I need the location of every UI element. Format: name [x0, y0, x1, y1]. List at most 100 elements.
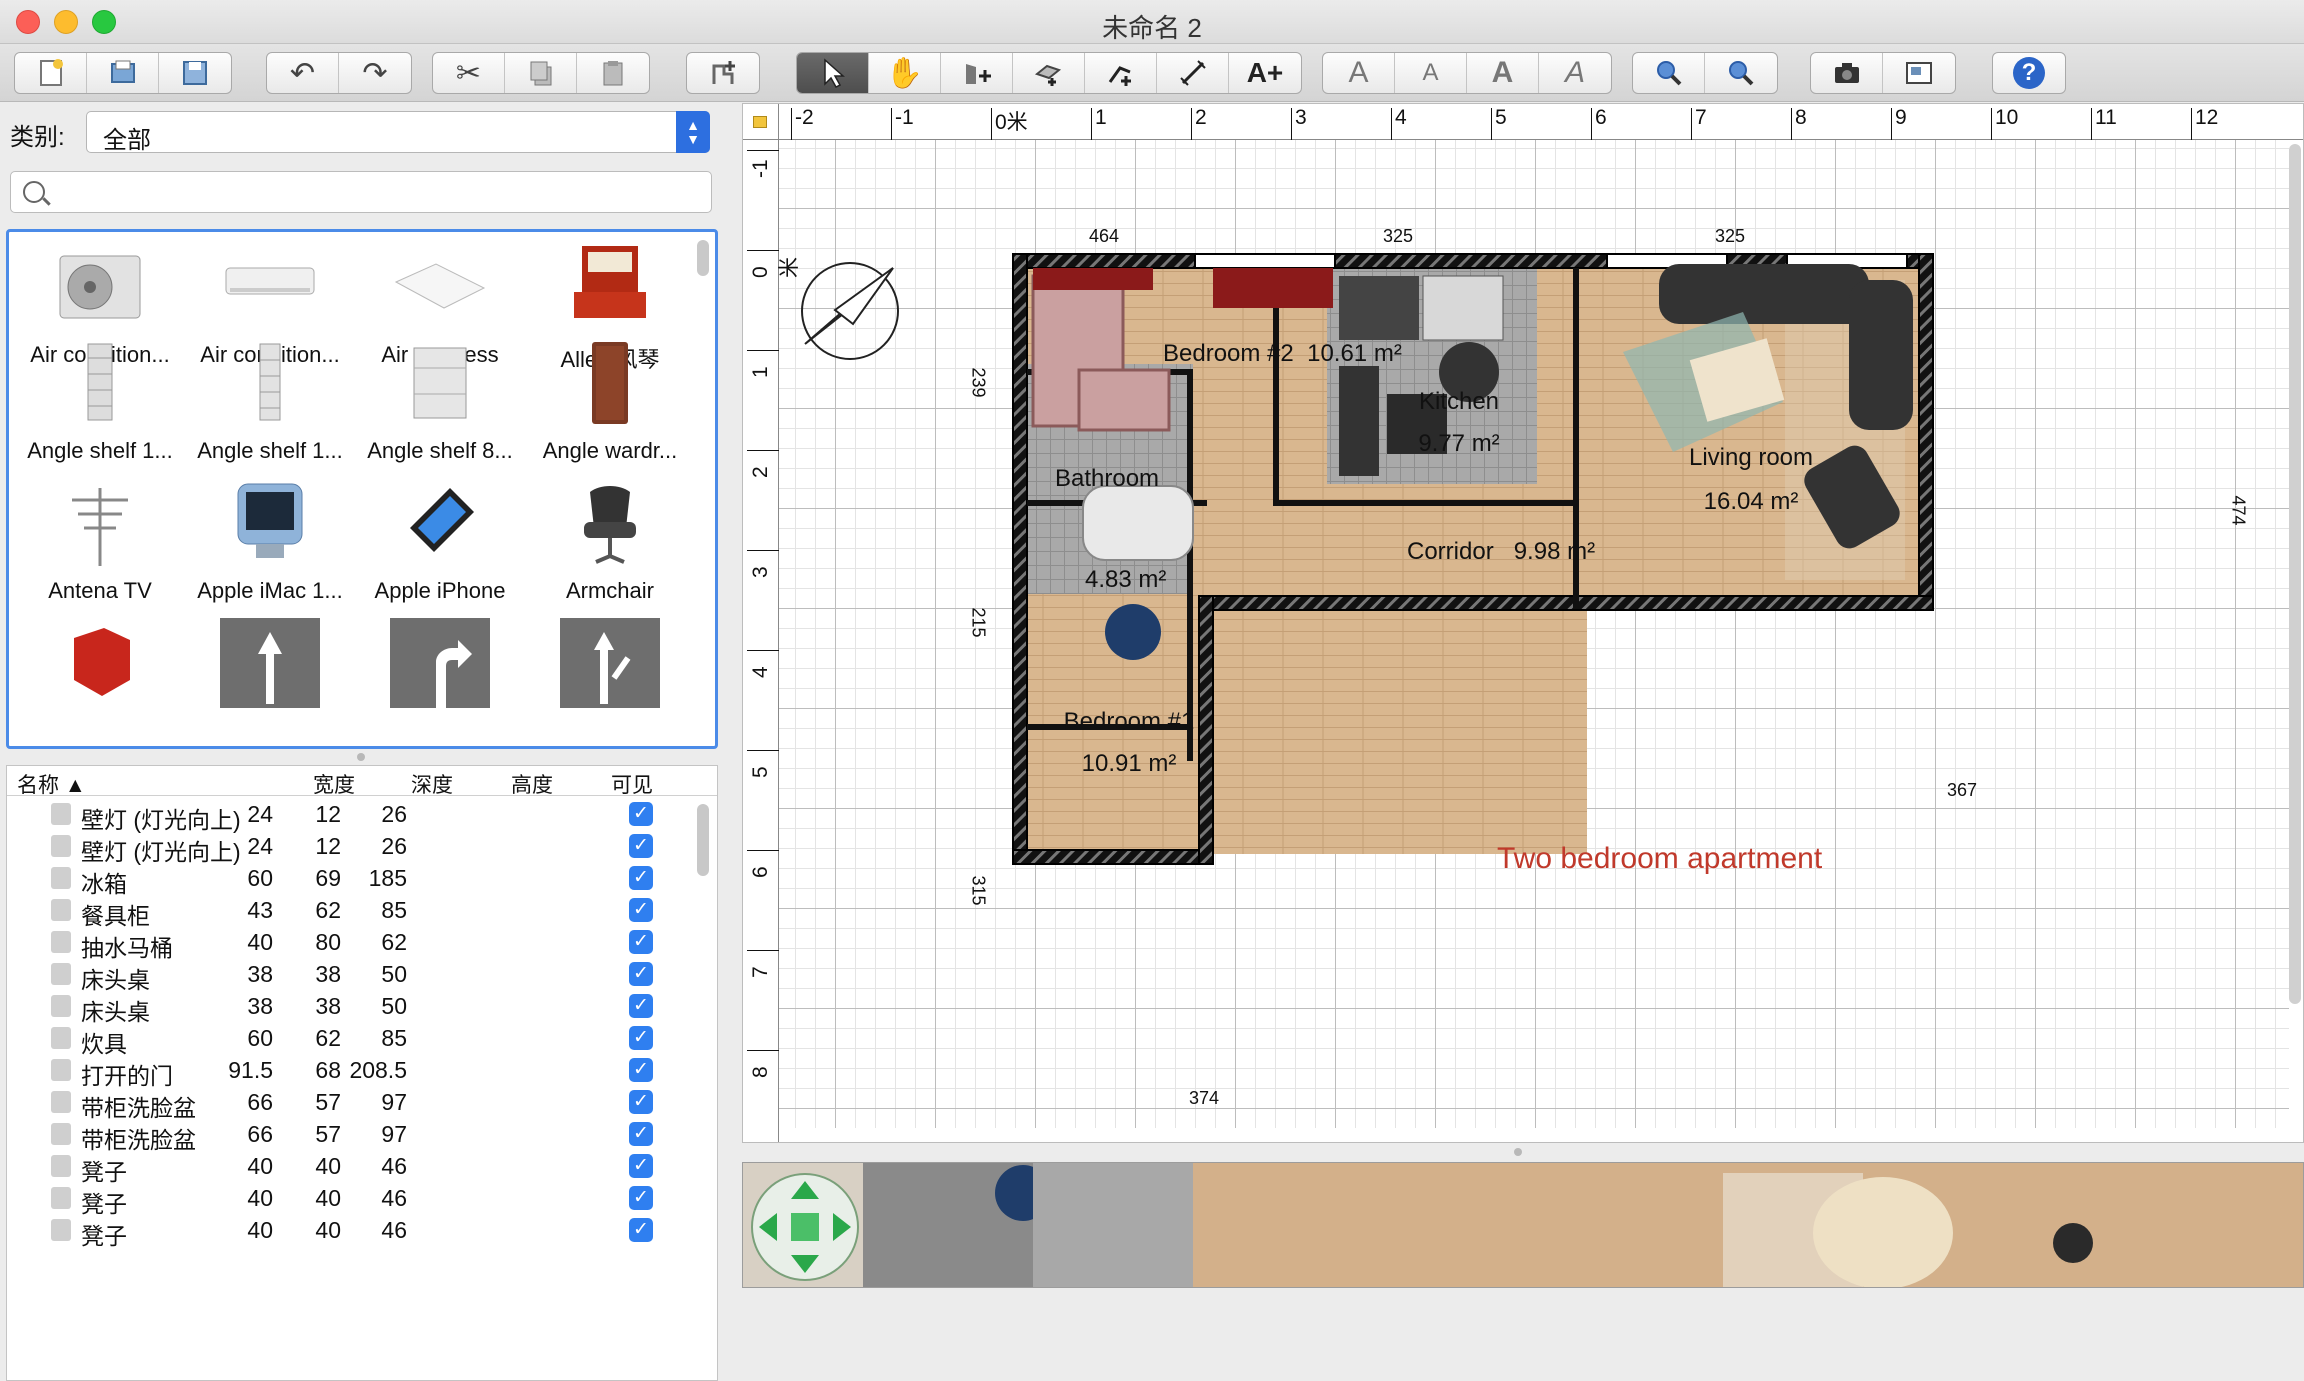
- copy-icon[interactable]: [505, 53, 577, 93]
- visible-checkbox[interactable]: ✓: [629, 1186, 653, 1210]
- catalog-item[interactable]: Antena TV: [15, 472, 185, 612]
- room-label-kitchen[interactable]: Kitchen 9.77 m²: [1399, 388, 1519, 458]
- visible-checkbox[interactable]: ✓: [629, 994, 653, 1018]
- table-row[interactable]: 凳子 40 40 46 ✓: [7, 1182, 717, 1217]
- plan-title-label[interactable]: Two bedroom apartment: [1497, 842, 1822, 876]
- lock-icon[interactable]: [753, 116, 767, 128]
- photo-camera-icon[interactable]: [1811, 53, 1883, 93]
- dimension-label[interactable]: 215: [968, 607, 989, 637]
- add-text-icon[interactable]: A+: [1229, 53, 1301, 93]
- splitter-handle[interactable]: [1514, 1148, 1522, 1156]
- save-icon[interactable]: [159, 53, 231, 93]
- table-row[interactable]: 抽水马桶 40 80 62 ✓: [7, 926, 717, 961]
- table-row[interactable]: 餐具柜 43 62 85 ✓: [7, 894, 717, 929]
- catalog-item[interactable]: Apple iMac 1...: [185, 472, 355, 612]
- dimension-label[interactable]: 325: [1383, 226, 1413, 247]
- catalog-item[interactable]: [525, 612, 695, 746]
- catalog-item[interactable]: Apple iPhone: [355, 472, 525, 612]
- visible-checkbox[interactable]: ✓: [629, 834, 653, 858]
- paste-icon[interactable]: [577, 53, 649, 93]
- dimension-label[interactable]: 464: [1089, 226, 1119, 247]
- catalog-item[interactable]: Armchair: [525, 472, 695, 612]
- bold-text-icon[interactable]: A: [1467, 53, 1539, 93]
- table-row[interactable]: 带柜洗脸盆 66 57 97 ✓: [7, 1118, 717, 1153]
- plan-scrollbar[interactable]: [2289, 144, 2301, 1004]
- catalog-item[interactable]: [355, 612, 525, 746]
- catalog-scrollbar[interactable]: [697, 240, 709, 276]
- create-dimensions-icon[interactable]: [1157, 53, 1229, 93]
- dimension-label[interactable]: 367: [1947, 780, 1977, 801]
- column-visible-header[interactable]: 可见: [611, 769, 653, 799]
- help-icon[interactable]: ?: [1993, 53, 2065, 93]
- splitter-handle[interactable]: [357, 753, 365, 761]
- room-label-bedroom2[interactable]: Bedroom #2 10.61 m²: [1163, 340, 1402, 368]
- catalog-item[interactable]: [15, 612, 185, 746]
- navigation-pad[interactable]: [751, 1173, 859, 1281]
- room-area-bathroom[interactable]: 4.83 m²: [1085, 566, 1166, 594]
- room-label-living[interactable]: Living room 16.04 m²: [1661, 444, 1841, 516]
- dimension-label[interactable]: 315: [968, 875, 989, 905]
- category-select[interactable]: 全部 ▲ ▼: [86, 111, 710, 154]
- create-walls-icon[interactable]: [941, 53, 1013, 93]
- zoom-out-icon[interactable]: [1705, 53, 1777, 93]
- ruler-label: 8: [1795, 106, 1807, 129]
- visible-checkbox[interactable]: ✓: [629, 1122, 653, 1146]
- dimension-label[interactable]: 239: [968, 367, 989, 397]
- redo-icon[interactable]: ↷: [339, 53, 411, 93]
- create-polylines-icon[interactable]: [1085, 53, 1157, 93]
- add-furniture-icon[interactable]: [687, 53, 759, 93]
- select-arrow-icon[interactable]: [797, 53, 869, 93]
- video-icon[interactable]: [1883, 53, 1955, 93]
- 3d-view[interactable]: [742, 1162, 2304, 1288]
- visible-checkbox[interactable]: ✓: [629, 1090, 653, 1114]
- dimension-label[interactable]: 474: [2228, 495, 2249, 525]
- zoom-in-icon[interactable]: [1633, 53, 1705, 93]
- visible-checkbox[interactable]: ✓: [629, 1026, 653, 1050]
- visible-checkbox[interactable]: ✓: [629, 962, 653, 986]
- table-row[interactable]: 壁灯 (灯光向上) 24 12 26 ✓: [7, 830, 717, 865]
- visible-checkbox[interactable]: ✓: [629, 802, 653, 826]
- table-row[interactable]: 冰箱 60 69 185 ✓: [7, 862, 717, 897]
- catalog-item[interactable]: Angle wardr...: [525, 332, 695, 472]
- table-row[interactable]: 床头桌 38 38 50 ✓: [7, 990, 717, 1025]
- italic-text-icon[interactable]: A: [1539, 53, 1611, 93]
- table-row[interactable]: 壁灯 (灯光向上) 24 12 26 ✓: [7, 798, 717, 833]
- dimension-label[interactable]: 325: [1715, 226, 1745, 247]
- cut-icon[interactable]: ✂: [433, 53, 505, 93]
- table-row[interactable]: 打开的门 91.5 68 208.5 ✓: [7, 1054, 717, 1089]
- visible-checkbox[interactable]: ✓: [629, 898, 653, 922]
- pan-hand-icon[interactable]: ✋: [869, 53, 941, 93]
- column-width-header[interactable]: 宽度: [313, 769, 355, 799]
- table-row[interactable]: 凳子 40 40 46 ✓: [7, 1150, 717, 1185]
- table-row[interactable]: 带柜洗脸盆 66 57 97 ✓: [7, 1086, 717, 1121]
- column-name-header[interactable]: 名称 ▲: [17, 769, 86, 799]
- compass-icon[interactable]: [795, 256, 905, 366]
- catalog-item[interactable]: Angle shelf 8...: [355, 332, 525, 472]
- table-scrollbar[interactable]: [697, 804, 709, 876]
- room-label-corridor[interactable]: Corridor 9.98 m²: [1407, 538, 1595, 566]
- visible-checkbox[interactable]: ✓: [629, 1218, 653, 1242]
- room-label-bathroom[interactable]: Bathroom: [1055, 465, 1159, 493]
- table-row[interactable]: 床头桌 38 38 50 ✓: [7, 958, 717, 993]
- visible-checkbox[interactable]: ✓: [629, 930, 653, 954]
- create-rooms-icon[interactable]: [1013, 53, 1085, 93]
- plan-view[interactable]: -2 -1 0米 1 2 3 4 5 6 7 8 9 10 11 12 -1 0米 1 2 3 4 5 6 7 8 Bedro…: [742, 103, 2304, 1143]
- undo-icon[interactable]: ↶: [267, 53, 339, 93]
- column-height-header[interactable]: 高度: [511, 769, 553, 799]
- new-home-icon[interactable]: [15, 53, 87, 93]
- column-depth-header[interactable]: 深度: [411, 769, 453, 799]
- open-icon[interactable]: [87, 53, 159, 93]
- decrease-text-icon[interactable]: A: [1395, 53, 1467, 93]
- catalog-item[interactable]: [185, 612, 355, 746]
- catalog-item[interactable]: Angle shelf 1...: [185, 332, 355, 472]
- visible-checkbox[interactable]: ✓: [629, 1058, 653, 1082]
- dimension-label[interactable]: 374: [1189, 1088, 1219, 1109]
- visible-checkbox[interactable]: ✓: [629, 1154, 653, 1178]
- table-row[interactable]: 炊具 60 62 85 ✓: [7, 1022, 717, 1057]
- catalog-item[interactable]: Angle shelf 1...: [15, 332, 185, 472]
- increase-text-icon[interactable]: A: [1323, 53, 1395, 93]
- search-input[interactable]: [10, 171, 712, 213]
- room-label-bedroom1[interactable]: Bedroom #1 10.91 m²: [1059, 708, 1199, 778]
- table-row[interactable]: 凳子 40 40 46 ✓: [7, 1214, 717, 1249]
- visible-checkbox[interactable]: ✓: [629, 866, 653, 890]
